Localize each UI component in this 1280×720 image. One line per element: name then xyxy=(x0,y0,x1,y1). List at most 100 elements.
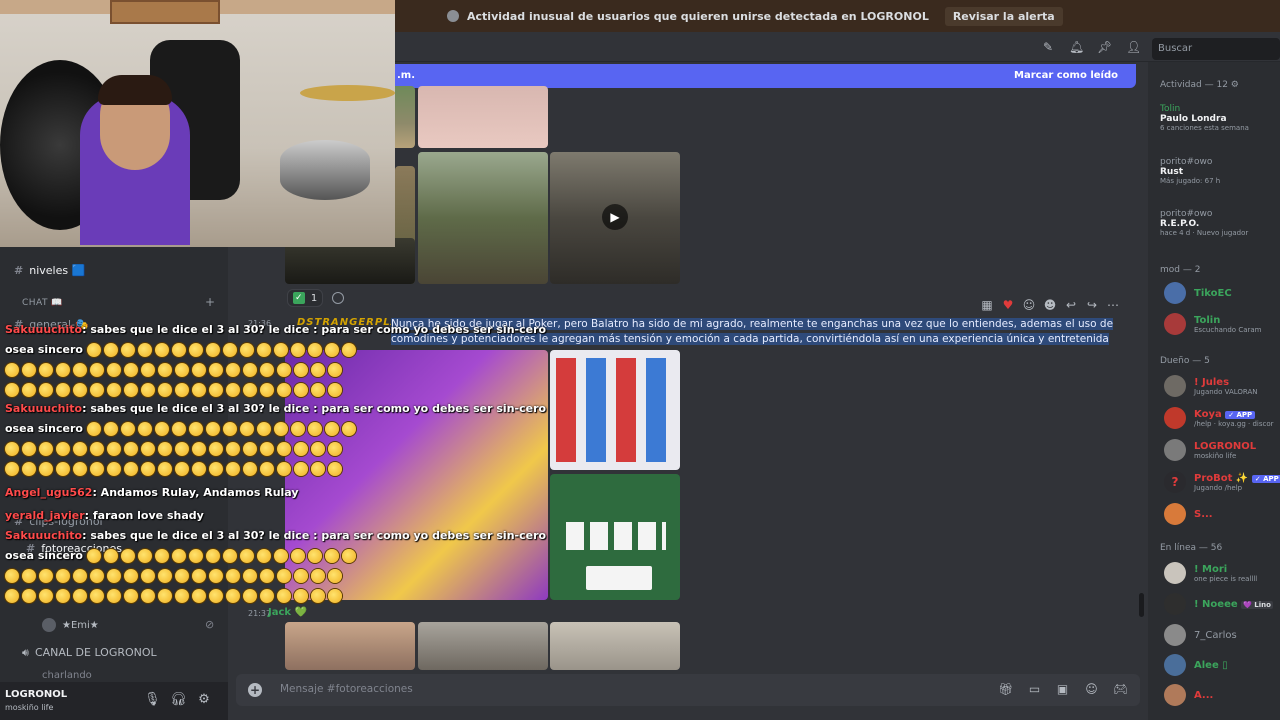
add-reaction-icon[interactable]: ☻ xyxy=(1043,298,1057,312)
sticker-icon[interactable]: ▣ xyxy=(1055,682,1070,697)
member-item[interactable]: TikoEC xyxy=(1164,280,1232,306)
laughing-emote-icon xyxy=(5,383,19,397)
gear-icon[interactable]: ⚙ xyxy=(1231,80,1239,90)
reply-icon[interactable]: ↩ xyxy=(1064,298,1078,312)
activity-item[interactable]: porito#owo R.E.P.O. hace 4 d · Nuevo jug… xyxy=(1160,209,1278,237)
laughing-emote-icon xyxy=(22,462,36,476)
image-attachment[interactable] xyxy=(550,622,680,670)
voice-user[interactable]: ★Emi★ xyxy=(42,618,99,632)
laughing-emote-icon xyxy=(307,422,322,436)
webcam-overlay xyxy=(0,0,395,247)
voice-channel[interactable]: 🔊︎ CANAL DE LOGRONOL xyxy=(22,646,157,660)
reaction-checkmark[interactable]: ✓ 1 xyxy=(287,289,323,307)
member-name: Alee ▯ xyxy=(1194,659,1228,671)
image-attachment[interactable] xyxy=(418,86,548,148)
laughing-emote-icon xyxy=(73,462,87,476)
app-icon[interactable]: ▦ xyxy=(980,298,994,312)
category-chat[interactable]: CHAT 📖 xyxy=(22,298,63,308)
image-attachment[interactable] xyxy=(418,152,548,284)
laughing-emote-icon xyxy=(222,549,237,563)
gif-icon[interactable]: ▭ xyxy=(1027,682,1042,697)
laughing-emote-icon xyxy=(260,383,274,397)
laughing-emote-icon xyxy=(141,589,155,603)
chat-text: : Andamos Rulay, Andamos Rulay xyxy=(92,486,299,499)
settings-gear-icon[interactable]: ⚙ xyxy=(196,692,212,708)
member-item[interactable]: Koya ✓ APP /help · koya.gg · discor xyxy=(1164,405,1274,431)
microphone-icon[interactable]: 🎙︎ xyxy=(144,692,161,708)
forward-icon[interactable]: ↪ xyxy=(1085,298,1099,312)
message-composer[interactable]: + Mensaje #fotoreacciones 🎁︎ ▭ ▣ ☺ 🎮︎ xyxy=(236,674,1140,706)
member-tag: 💜 Lino xyxy=(1241,600,1273,609)
review-alert-button[interactable]: Revisar la alerta xyxy=(944,6,1063,26)
laughing-emote-icon xyxy=(209,383,223,397)
laughing-emote-icon xyxy=(311,569,325,583)
member-item[interactable]: Tolin Escuchando Caram xyxy=(1164,311,1261,337)
chat-username[interactable]: yerald_javier xyxy=(5,509,85,522)
chat-username[interactable]: Angel_ugu562 xyxy=(5,486,92,499)
member-item[interactable]: Alee ▯ xyxy=(1164,652,1228,678)
message-author[interactable]: Jack 💚 xyxy=(268,607,307,618)
channel-niveles[interactable]: # niveles 🟦 xyxy=(14,264,85,277)
laughing-emote-icon xyxy=(260,442,274,456)
upload-plus-icon[interactable]: + xyxy=(248,683,262,697)
member-item[interactable]: 7_Carlos xyxy=(1164,622,1237,648)
laughing-emote-icon xyxy=(158,569,172,583)
video-attachment[interactable]: ▶ xyxy=(550,152,680,284)
more-options-icon[interactable]: ⋯ xyxy=(1106,298,1120,312)
apps-icon[interactable]: 🎮︎ xyxy=(1113,682,1128,697)
mark-as-read-button[interactable]: Marcar como leído xyxy=(1014,70,1118,81)
play-icon[interactable]: ▶ xyxy=(602,204,628,230)
search-input[interactable]: Buscar xyxy=(1152,38,1280,60)
emoji-icon[interactable]: ☺ xyxy=(1084,682,1099,697)
member-list-icon[interactable]: 👤︎ xyxy=(1126,41,1141,53)
scrollbar[interactable] xyxy=(1139,593,1144,617)
laughing-emote-icon xyxy=(90,383,104,397)
image-attachment[interactable] xyxy=(550,350,680,470)
image-attachment[interactable] xyxy=(550,474,680,600)
member-item[interactable]: ! Mori one piece is reallll xyxy=(1164,560,1257,586)
activity-header: Actividad — 12 ⚙ xyxy=(1160,80,1239,90)
activity-item[interactable]: porito#owo Rust Más jugado: 67 h xyxy=(1160,157,1278,185)
member-item[interactable]: ? ProBot ✨ ✓ APP Jugando /help xyxy=(1164,469,1280,495)
laughing-emote-icon xyxy=(56,442,70,456)
laughing-emote-icon xyxy=(39,442,53,456)
emoji-icon[interactable]: ☺ xyxy=(1022,298,1036,312)
laughing-emote-icon xyxy=(103,422,118,436)
member-item[interactable]: S... xyxy=(1164,501,1213,527)
chat-username[interactable]: Sakuuuchito xyxy=(5,402,82,415)
activity-user: porito#owo xyxy=(1160,157,1213,167)
add-channel-icon[interactable]: + xyxy=(205,295,215,309)
message-input[interactable]: Mensaje #fotoreacciones xyxy=(280,683,413,695)
activity-header-text: Actividad — 12 xyxy=(1160,80,1228,90)
laughing-emote-icon xyxy=(175,363,189,377)
add-reaction-icon[interactable] xyxy=(332,292,344,304)
notification-bell-icon[interactable]: 🔔︎ xyxy=(1069,41,1084,53)
activity-item[interactable]: Tolin Paulo Londra 6 canciones esta sema… xyxy=(1160,104,1278,132)
member-item[interactable]: ! Jules Jugando VALORAN xyxy=(1164,373,1258,399)
headphones-icon[interactable]: 🎧︎ xyxy=(170,692,187,708)
laughing-emote-icon xyxy=(209,569,223,583)
laughing-emote-icon xyxy=(141,383,155,397)
joker-cards-image xyxy=(556,358,674,462)
member-item[interactable]: A... xyxy=(1164,682,1213,708)
laughing-emote-icon xyxy=(73,569,87,583)
user-name[interactable]: LOGRONOL xyxy=(5,689,67,700)
member-name: ! Noeee 💜 Lino xyxy=(1194,599,1273,610)
image-attachment[interactable] xyxy=(285,622,415,670)
stream-chat-message: Sakuuuchito: sabes que le dice el 3 al 3… xyxy=(5,399,546,479)
laughing-emote-icon xyxy=(273,422,288,436)
heart-icon[interactable]: ♥ xyxy=(1001,298,1015,312)
gift-icon[interactable]: 🎁︎ xyxy=(998,682,1013,697)
alert-text: Actividad inusual de usuarios que quiere… xyxy=(467,9,929,23)
chat-username[interactable]: Sakuuuchito xyxy=(5,323,82,336)
new-messages-bar[interactable]: .m. Marcar como leído xyxy=(395,64,1136,88)
chat-text: : faraon love shady xyxy=(84,509,204,522)
threads-icon[interactable]: ✎ xyxy=(1041,41,1055,53)
pin-icon[interactable]: 📌︎ xyxy=(1097,41,1112,53)
member-item[interactable]: LOGRONOL moskiño life xyxy=(1164,437,1256,463)
avatar xyxy=(1164,684,1186,706)
image-attachment[interactable] xyxy=(418,622,548,670)
member-item[interactable]: ! Noeee 💜 Lino xyxy=(1164,591,1273,617)
laughing-emote-icon xyxy=(260,462,274,476)
chat-username[interactable]: Sakuuuchito xyxy=(5,529,82,542)
